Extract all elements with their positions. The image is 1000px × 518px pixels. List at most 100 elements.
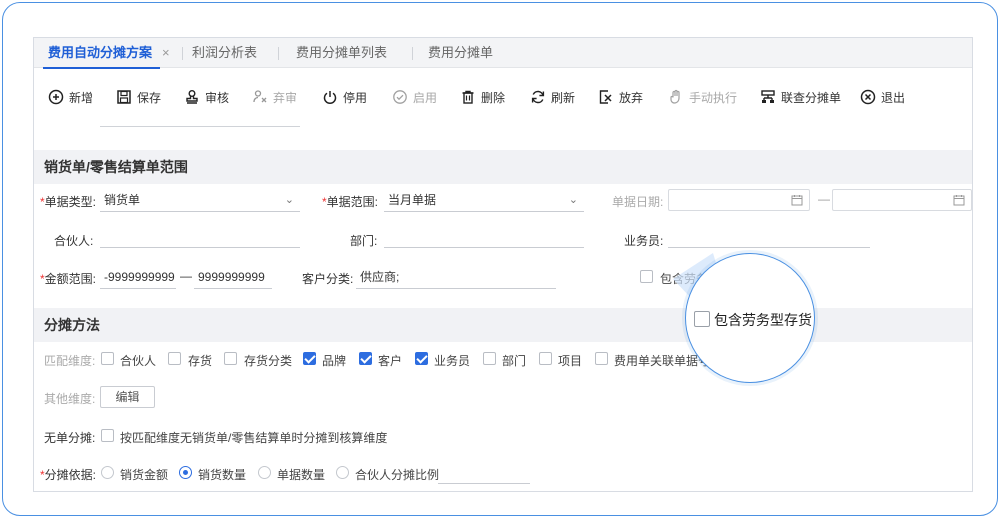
save-label: 保存 [137,90,162,105]
stamp-icon [186,90,198,104]
tab-bar: 费用自动分摊方案 × 利润分析表 费用分摊单列表 费用分摊单 [34,38,972,69]
doc-range-value: 当月单据 [388,193,437,207]
screenshot-frame: 费用自动分摊方案 × 利润分析表 费用分摊单列表 费用分摊单 新增 保存 审核 [2,2,998,516]
customer-class-label: 客户分类: [302,272,354,286]
basis-partner-ratio-label: 合伙人分摊比例 [355,468,440,482]
doc-date-to-input[interactable] [832,189,972,211]
magnified-include-service-label: 包含劳务型存货 [714,312,812,328]
refresh-icon [531,90,545,104]
basis-sales-amount-radio[interactable] [101,466,114,479]
exit-label: 退出 [881,90,906,105]
delete-button[interactable]: 删除 [460,82,505,112]
match-inventory-label: 存货 [188,354,213,368]
hierarchy-icon [761,90,775,103]
basis-sales-qty-label: 销货数量 [198,468,247,482]
refresh-button[interactable]: 刷新 [530,82,575,112]
doc-range-label: *单据范围: [322,195,379,209]
unaudit-label: 弃审 [273,90,298,105]
refresh-label: 刷新 [551,90,576,105]
customer-class-input[interactable]: 供应商; [356,265,556,289]
customer-class-value: 供应商; [360,270,400,284]
section-title-alloc-method: 分摊方法 [34,308,972,342]
chevron-down-icon: ⌄ [284,194,294,206]
query-alloc-label: 联查分摊单 [781,90,842,105]
partner-label: 合伙人: [54,234,94,248]
disable-button[interactable]: 停用 [322,82,367,112]
match-customer-checkbox[interactable] [359,352,372,365]
amount-range-dash: — [180,269,192,283]
abandon-icon [599,90,612,104]
exit-button[interactable]: 退出 [860,82,905,112]
match-customer-label: 客户 [378,354,403,368]
unaudit-icon [253,90,267,103]
manual-run-button[interactable]: 手动执行 [668,82,737,112]
magnified-include-service-checkbox [694,311,710,327]
basis-sales-qty-radio[interactable] [179,466,192,479]
basis-doc-qty-radio[interactable] [258,466,271,479]
tab-close-icon[interactable]: × [162,38,170,68]
partner-ratio-input[interactable] [438,460,530,484]
dept-input[interactable] [384,224,584,248]
delete-label: 删除 [481,90,506,105]
manual-run-label: 手动执行 [689,90,738,105]
alloc-basis-label: *分摊依据: [40,468,97,482]
no-doc-alloc-option: 按匹配维度无销货单/零售结算单时分摊到核算维度 [120,431,388,445]
match-brand-label: 品牌 [322,354,347,368]
tab-alloc-list[interactable]: 费用分摊单列表 [296,38,387,68]
match-salesman-label: 业务员 [434,354,471,368]
match-salesman-checkbox[interactable] [415,352,428,365]
section-title-sales-range: 销货单/零售结算单范围 [34,150,972,184]
amount-to-value: 9999999999 [198,270,265,284]
no-doc-alloc-label: 无单分摊: [44,431,96,445]
close-circle-icon [860,89,876,105]
doc-range-select[interactable]: 当月单据 ⌄ [384,188,584,212]
toolbar: 新增 保存 审核 弃审 停用 启用 删除 刷新 放弃 手动执行 联查分摊单 退出 [34,82,972,112]
add-label: 新增 [69,90,94,105]
tab-auto-alloc-plan[interactable]: 费用自动分摊方案 [42,38,161,69]
tab-separator [182,47,183,60]
amount-range-label: *金额范围: [40,272,97,286]
trash-icon [462,90,474,104]
doc-type-select[interactable]: 销货单 ⌄ [100,188,300,212]
enable-label: 启用 [413,90,438,105]
doc-type-value: 销货单 [104,193,141,207]
partner-input[interactable] [100,224,300,248]
match-dims-label: 匹配维度: [44,354,96,368]
match-fee-doc-no-checkbox[interactable] [595,352,608,365]
enable-button[interactable]: 启用 [392,82,437,112]
tab-profit-analysis[interactable]: 利润分析表 [192,38,257,68]
magnifier-zoom: 包含劳务型存货 [685,253,815,383]
amount-to-input[interactable]: 9999999999 [194,265,272,289]
match-brand-checkbox[interactable] [303,352,316,365]
query-alloc-button[interactable]: 联查分摊单 [760,82,841,112]
tab-separator [412,47,413,60]
include-service-checkbox[interactable] [640,270,653,283]
other-dims-label: 其他维度: [44,392,96,406]
no-doc-alloc-checkbox[interactable] [101,429,114,442]
match-partner-checkbox[interactable] [101,352,114,365]
plus-circle-icon [48,89,64,105]
hand-icon [670,89,680,104]
amount-from-input[interactable]: -9999999999 [100,265,176,289]
match-project-checkbox[interactable] [539,352,552,365]
match-inventory-checkbox[interactable] [168,352,181,365]
unaudit-button[interactable]: 弃审 [252,82,297,112]
doc-type-label: *单据类型: [40,195,97,209]
tab-alloc-doc[interactable]: 费用分摊单 [428,38,493,68]
match-dept-label: 部门 [502,354,527,368]
audit-button[interactable]: 审核 [184,82,229,112]
match-project-label: 项目 [558,354,583,368]
abandon-button[interactable]: 放弃 [598,82,643,112]
app-window: 费用自动分摊方案 × 利润分析表 费用分摊单列表 费用分摊单 新增 保存 审核 [33,37,973,492]
power-icon [323,91,337,104]
save-button[interactable]: 保存 [116,82,161,112]
edit-dims-button[interactable]: 编辑 [100,386,155,408]
doc-date-from-input[interactable] [668,189,810,211]
match-inventory-class-checkbox[interactable] [224,352,237,365]
match-dept-checkbox[interactable] [483,352,496,365]
basis-partner-ratio-radio[interactable] [336,466,349,479]
basis-sales-amount-label: 销货金额 [120,468,169,482]
calendar-icon [953,195,965,206]
scrolled-field-underline [100,126,300,127]
add-button[interactable]: 新增 [48,82,93,112]
